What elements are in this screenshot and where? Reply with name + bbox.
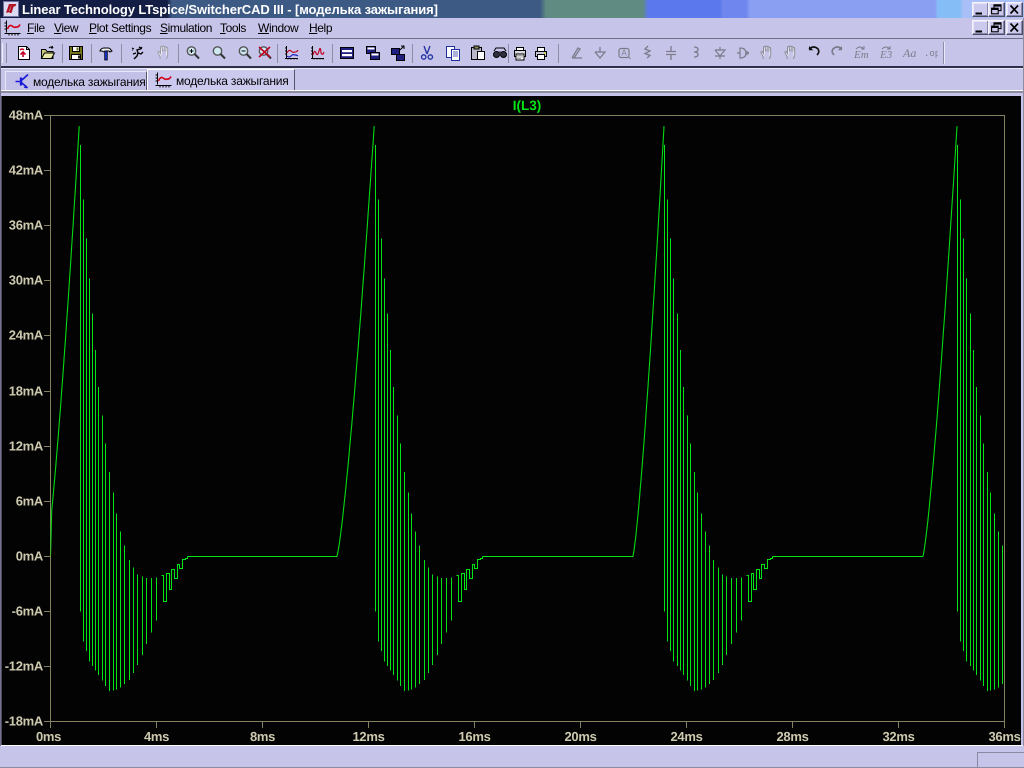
svg-text:Em: Em — [853, 49, 869, 61]
svg-text:20ms: 20ms — [564, 729, 596, 744]
svg-text:A: A — [621, 49, 627, 58]
svg-text:12ms: 12ms — [352, 729, 384, 744]
svg-text:12mA: 12mA — [9, 438, 44, 453]
svg-text:0ms: 0ms — [36, 729, 61, 744]
svg-text:24mA: 24mA — [9, 327, 44, 342]
svg-text:42mA: 42mA — [9, 162, 44, 177]
svg-text:-12mA: -12mA — [5, 658, 44, 673]
svg-text:36ms: 36ms — [988, 729, 1020, 744]
svg-text:8ms: 8ms — [250, 729, 275, 744]
svg-text:36mA: 36mA — [9, 217, 44, 232]
svg-text:Aa: Aa — [902, 46, 916, 60]
svg-text:18mA: 18mA — [9, 383, 44, 398]
svg-text:E3: E3 — [879, 49, 893, 61]
svg-text:0mA: 0mA — [16, 548, 44, 563]
svg-text:-6mA: -6mA — [12, 603, 44, 618]
svg-text:30mA: 30mA — [9, 272, 44, 287]
svg-text:48mA: 48mA — [9, 107, 44, 122]
svg-text:28ms: 28ms — [776, 729, 808, 744]
svg-text:24ms: 24ms — [670, 729, 702, 744]
svg-text:32ms: 32ms — [882, 729, 914, 744]
svg-text:.op: .op — [924, 49, 938, 59]
svg-text:6mA: 6mA — [16, 493, 44, 508]
svg-text:I(L3): I(L3) — [513, 98, 542, 113]
svg-text:16ms: 16ms — [458, 729, 490, 744]
svg-text:-18mA: -18mA — [5, 713, 44, 728]
svg-text:4ms: 4ms — [144, 729, 169, 744]
